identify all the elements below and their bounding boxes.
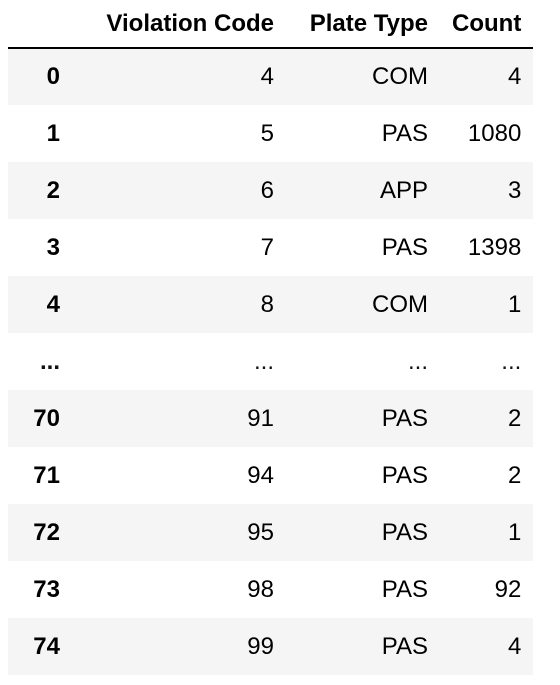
header-row: Violation Code Plate Type Count [8, 0, 534, 48]
table-row: 3 7 PAS 1398 [8, 219, 533, 276]
cell-violation-code: 99 [247, 632, 274, 660]
table-body: 0 4 COM 4 1 5 PAS 1080 2 6 APP 3 3 7 PAS [8, 48, 534, 675]
row-index: 4 [46, 290, 60, 318]
cell-count: 4 [507, 63, 522, 90]
cell-violation-code: 94 [247, 461, 274, 489]
row-index: 2 [46, 176, 60, 204]
cell-plate-type: COM [372, 290, 428, 318]
cell-violation-code: 7 [260, 233, 274, 261]
header-violation-code: Violation Code [106, 9, 274, 37]
cell-count: 1398 [467, 233, 522, 261]
cell-plate-type: ... [407, 347, 428, 375]
table-row: 0 4 COM 4 [8, 48, 534, 105]
cell-count: 2 [507, 404, 522, 432]
cell-violation-code: 8 [260, 290, 274, 318]
dataframe-output: Violation Code Plate Type Count 0 4 COM … [0, 0, 560, 685]
table-row: 4 8 COM 1 [8, 276, 534, 333]
table-header: Violation Code Plate Type Count [8, 0, 534, 48]
cell-plate-type: PAS [381, 233, 428, 261]
cell-violation-code: ... [253, 347, 274, 375]
cell-count: 2 [507, 461, 522, 489]
cell-plate-type: PAS [381, 518, 428, 546]
cell-plate-type: PAS [381, 575, 428, 603]
cell-count: 1 [507, 518, 522, 546]
cell-plate-type: APP [379, 176, 428, 204]
cell-plate-type: COM [372, 63, 428, 90]
table-row: 2 6 APP 3 [8, 162, 534, 219]
table-row: 71 94 PAS 2 [8, 447, 533, 504]
row-index: ... [39, 347, 60, 375]
cell-count: 92 [494, 575, 522, 603]
cell-count: 4 [507, 632, 522, 660]
row-index: 70 [33, 404, 60, 432]
cell-violation-code: 4 [260, 63, 274, 90]
cell-violation-code: 95 [247, 518, 274, 546]
cell-violation-code: 98 [247, 575, 274, 603]
cell-violation-code: 6 [260, 176, 274, 204]
cell-count: ... [501, 347, 522, 375]
row-index: 74 [33, 632, 60, 660]
ellipsis-row: ... ... ... ... [8, 333, 533, 390]
cell-violation-code: 91 [247, 404, 274, 432]
row-index: 73 [33, 575, 60, 603]
row-index: 71 [33, 461, 60, 489]
cell-plate-type: PAS [381, 632, 428, 660]
table-row: 73 98 PAS 92 [8, 561, 533, 618]
cell-plate-type: PAS [381, 461, 428, 489]
row-index: 1 [46, 119, 60, 147]
header-plate-type: Plate Type [309, 9, 428, 37]
dataframe-table: Violation Code Plate Type Count 0 4 COM … [8, 0, 534, 675]
header-index [8, 0, 72, 48]
cell-count: 1080 [467, 119, 522, 147]
table-row: 72 95 PAS 1 [8, 504, 534, 561]
cell-violation-code: 5 [260, 119, 274, 147]
header-count: Count [452, 9, 522, 37]
cell-count: 3 [507, 176, 522, 204]
cell-count: 1 [507, 290, 522, 318]
cell-plate-type: PAS [381, 404, 428, 432]
row-index: 0 [46, 63, 60, 90]
table-row: 1 5 PAS 1080 [8, 105, 533, 162]
table-row: 70 91 PAS 2 [8, 390, 534, 447]
row-index: 72 [33, 518, 60, 546]
cell-plate-type: PAS [381, 119, 428, 147]
row-index: 3 [46, 233, 60, 261]
table-row: 74 99 PAS 4 [8, 618, 534, 675]
